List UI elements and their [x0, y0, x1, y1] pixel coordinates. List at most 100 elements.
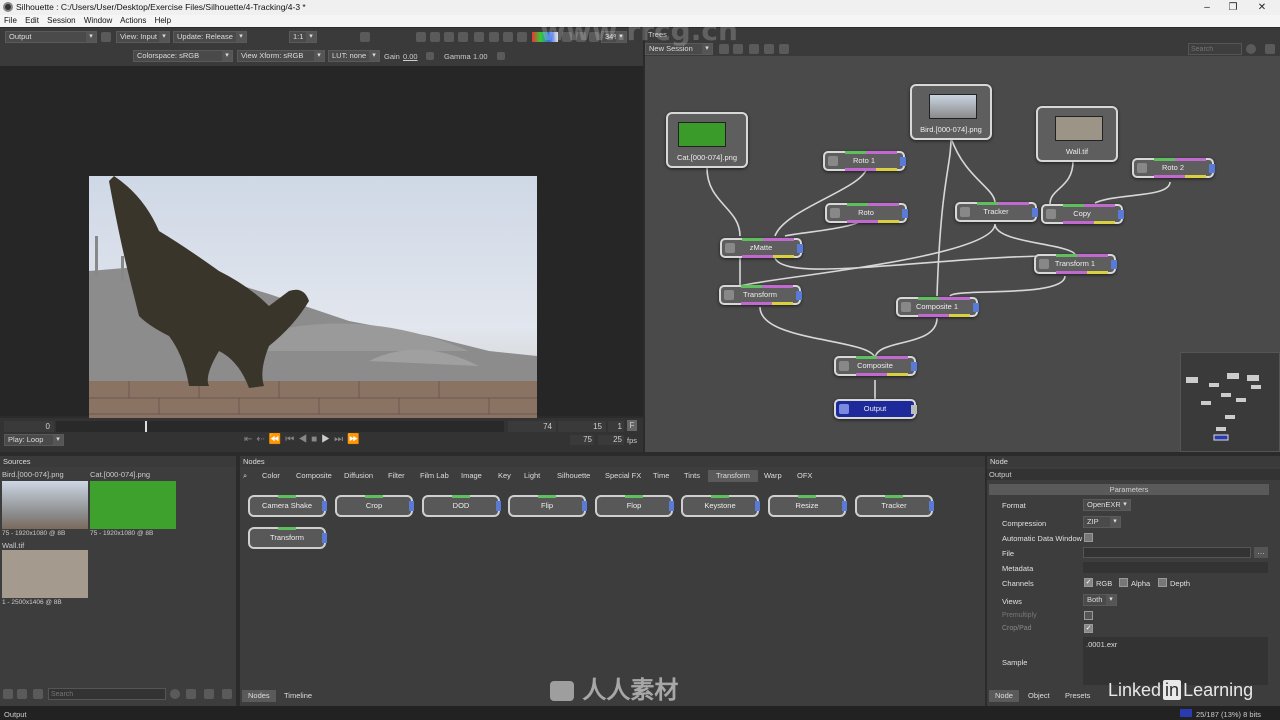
node-button-flip[interactable]: Flip [508, 495, 587, 517]
colorspace-select[interactable]: Colorspace: sRGB ▾ [133, 50, 233, 62]
minimize-button[interactable]: – [1195, 0, 1219, 15]
category-transform[interactable]: Transform [708, 470, 758, 482]
refresh-icon[interactable] [503, 32, 513, 42]
fast-forward-icon[interactable]: ⏩ [347, 434, 363, 445]
node-output[interactable]: Output [834, 399, 917, 419]
play-back-icon[interactable]: ◀ [298, 434, 311, 445]
category-ofx[interactable]: OFX [797, 470, 812, 482]
tab-object[interactable]: Object [1022, 690, 1056, 702]
end-frame-field[interactable]: 74 [508, 421, 556, 432]
node-button-transform[interactable]: Transform [248, 527, 327, 549]
source-folder-icon[interactable] [33, 689, 43, 699]
zoom-select[interactable]: 34% ▾ [601, 31, 627, 43]
fps-field[interactable]: 25 [598, 435, 624, 445]
croppad-checkbox[interactable]: ✓ [1084, 624, 1093, 633]
prev-key-icon[interactable]: ⇠ [256, 434, 268, 445]
fit-icon[interactable] [474, 32, 484, 42]
ratio-select[interactable]: 1:1 ▾ [289, 31, 317, 43]
adw-checkbox[interactable] [1084, 533, 1093, 542]
view-select[interactable]: View: Input ▾ [116, 31, 170, 43]
add-icon[interactable] [101, 32, 111, 42]
node-composite[interactable]: Composite [834, 356, 917, 376]
category-tints[interactable]: Tints [684, 470, 700, 482]
play-mode-select[interactable]: Play: Loop ▾ [4, 434, 64, 446]
rewind-icon[interactable]: ⏪ [269, 434, 285, 445]
start-frame-field[interactable]: 0 [4, 421, 54, 432]
close-button[interactable]: ✕ [1250, 0, 1274, 15]
node-button-dod[interactable]: DOD [422, 495, 501, 517]
output-select[interactable]: Output ▾ [5, 31, 97, 43]
category-diffusion[interactable]: Diffusion [344, 470, 373, 482]
menu-window[interactable]: Window [84, 16, 112, 25]
search-icon[interactable]: ⌕ [243, 470, 247, 482]
menu-help[interactable]: Help [155, 16, 171, 25]
category-key[interactable]: Key [498, 470, 511, 482]
stop-icon[interactable]: ■ [311, 434, 321, 445]
camera-icon[interactable] [360, 32, 370, 42]
trees-panel[interactable]: Trees New Session ▾ Search Cat.[000-074]… [645, 28, 1280, 452]
alpha-checkbox[interactable] [1119, 578, 1128, 587]
format-select[interactable]: OpenEXR ▾ [1083, 499, 1131, 511]
node-copy[interactable]: Copy [1041, 204, 1124, 224]
category-composite[interactable]: Composite [296, 470, 332, 482]
step-forward-icon[interactable]: ⏭ [334, 434, 347, 445]
monitor-icon[interactable] [416, 32, 426, 42]
playhead[interactable] [145, 421, 147, 432]
premultiply-checkbox[interactable] [1084, 611, 1093, 620]
overlay-icon[interactable] [517, 32, 527, 42]
source-add-icon[interactable] [3, 689, 13, 699]
list-view-icon[interactable] [186, 689, 196, 699]
node-composite1[interactable]: Composite 1 [896, 297, 979, 317]
category-time[interactable]: Time [653, 470, 669, 482]
lut-select[interactable]: LUT: none ▾ [328, 50, 380, 62]
play-icon[interactable]: ▶ [321, 434, 334, 445]
node-button-keystone[interactable]: Keystone [681, 495, 760, 517]
sources-search-input[interactable] [48, 688, 166, 700]
alpha-icon[interactable] [562, 32, 572, 42]
node-wall-source[interactable]: Wall.tif [1036, 106, 1118, 162]
step-back-icon[interactable]: ⏮ [285, 434, 298, 445]
channel-icon[interactable] [532, 32, 558, 42]
views-select[interactable]: Both ▾ [1083, 594, 1117, 606]
node-transform1[interactable]: Transform 1 [1034, 254, 1117, 274]
rgb-checkbox[interactable]: ✓ [1084, 578, 1093, 587]
category-filter[interactable]: Filter [388, 470, 405, 482]
compare-icon[interactable] [589, 32, 599, 42]
tab-timeline[interactable]: Timeline [278, 690, 318, 702]
menu-actions[interactable]: Actions [120, 16, 146, 25]
timeline-scrubber[interactable] [56, 421, 504, 432]
category-special-fx[interactable]: Special FX [605, 470, 641, 482]
step-field[interactable]: 1 [608, 421, 624, 432]
file-field[interactable] [1083, 547, 1251, 558]
sources-search-clear-icon[interactable] [170, 689, 180, 699]
target-icon[interactable] [489, 32, 499, 42]
node-button-flop[interactable]: Flop [595, 495, 674, 517]
sample-field[interactable]: .0001.exr [1083, 637, 1268, 685]
source-filter-icon[interactable] [17, 689, 27, 699]
menu-session[interactable]: Session [47, 16, 75, 25]
node-zmatte[interactable]: zMatte [720, 238, 803, 258]
grid-icon[interactable] [430, 32, 440, 42]
node-button-resize[interactable]: Resize [768, 495, 847, 517]
grid-view-icon[interactable] [222, 689, 232, 699]
tab-presets[interactable]: Presets [1059, 690, 1096, 702]
gamma-value[interactable]: 1.00 [473, 52, 488, 61]
zoom-icon[interactable] [444, 32, 454, 42]
category-film-lab[interactable]: Film Lab [420, 470, 449, 482]
lock-icon[interactable] [576, 32, 586, 42]
node-roto[interactable]: Roto [825, 203, 908, 223]
node-roto1[interactable]: Roto 1 [823, 151, 906, 171]
maximize-button[interactable]: ❐ [1221, 0, 1245, 15]
source-item-wall[interactable]: Wall.tif 1 - 2500x1406 @ 8B [2, 540, 88, 610]
node-bird-source[interactable]: Bird.[000-074].png [910, 84, 992, 140]
gain-reset-icon[interactable] [426, 52, 434, 60]
metadata-field[interactable] [1083, 562, 1268, 573]
menu-file[interactable]: File [4, 16, 17, 25]
category-warp[interactable]: Warp [764, 470, 782, 482]
total-frames-field[interactable]: 75 [570, 435, 594, 445]
viewer[interactable] [0, 66, 643, 428]
detail-view-icon[interactable] [204, 689, 214, 699]
browse-icon[interactable]: … [1254, 547, 1268, 558]
compression-select[interactable]: ZIP ▾ [1083, 516, 1121, 528]
category-color[interactable]: Color [262, 470, 280, 482]
